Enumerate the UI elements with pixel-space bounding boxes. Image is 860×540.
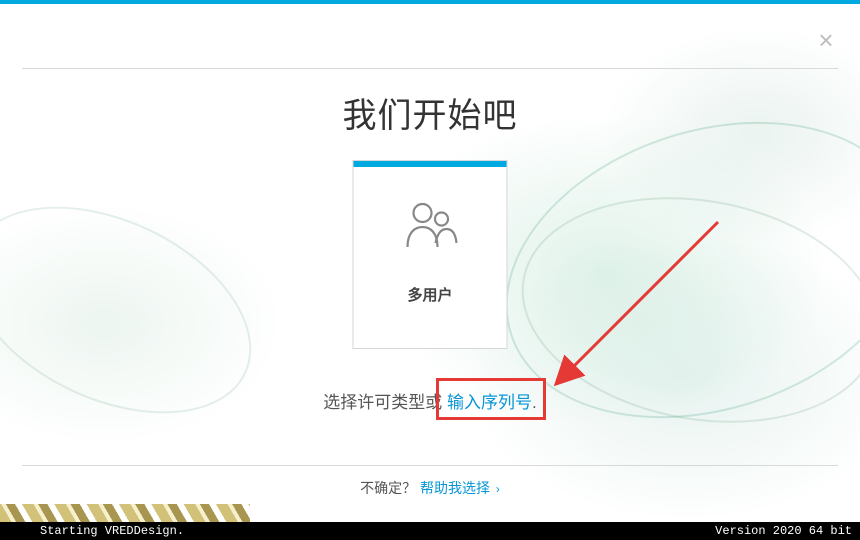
license-option-label: 多用户 bbox=[407, 284, 452, 305]
close-icon: × bbox=[818, 25, 833, 55]
window-accent-bar bbox=[0, 0, 860, 4]
license-prompt: 选择许可类型或 输入序列号. bbox=[0, 388, 860, 413]
enter-serial-link[interactable]: 输入序列号 bbox=[447, 393, 532, 412]
divider bbox=[22, 68, 838, 69]
decorative-gold-band bbox=[0, 504, 250, 522]
card-accent-bar bbox=[354, 161, 507, 167]
annotation-arrow bbox=[540, 210, 740, 410]
divider bbox=[22, 465, 838, 466]
status-bar: Starting VREDDesign. Version 2020 64 bit bbox=[0, 522, 860, 540]
license-option-multiuser[interactable]: 多用户 bbox=[353, 160, 508, 349]
users-icon bbox=[401, 199, 459, 260]
page-title: 我们开始吧 bbox=[0, 88, 860, 137]
help-question: 不确定？ bbox=[360, 480, 416, 496]
help-me-choose-link[interactable]: 帮助我选择 bbox=[420, 480, 490, 496]
status-right: Version 2020 64 bit bbox=[715, 524, 852, 538]
status-left: Starting VREDDesign. bbox=[40, 524, 184, 538]
help-row: 不确定？ 帮助我选择 › bbox=[0, 478, 860, 498]
prompt-prefix: 选择许可类型或 bbox=[323, 393, 447, 412]
close-button[interactable]: × bbox=[814, 28, 838, 52]
prompt-suffix: . bbox=[532, 393, 537, 412]
chevron-right-icon: › bbox=[496, 482, 500, 496]
